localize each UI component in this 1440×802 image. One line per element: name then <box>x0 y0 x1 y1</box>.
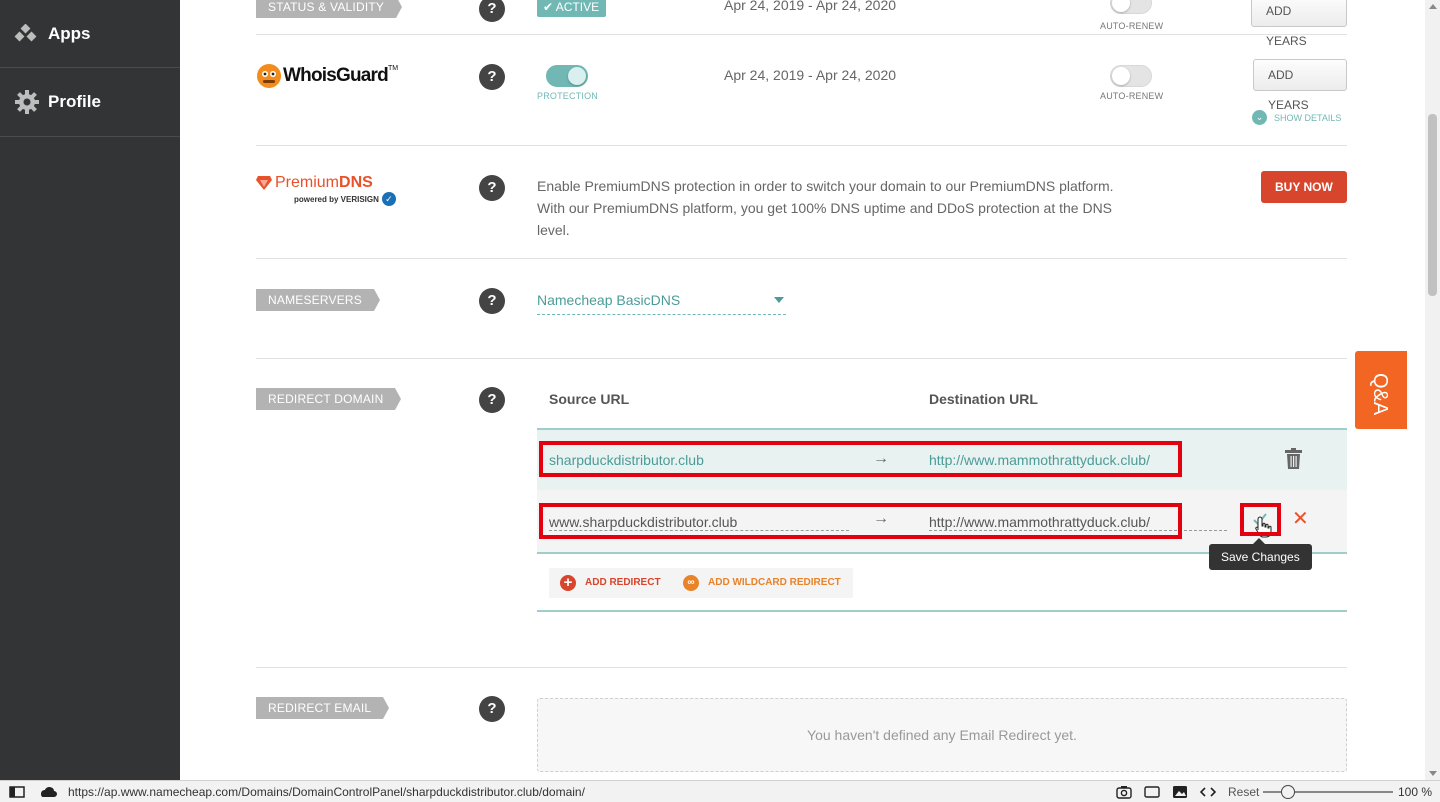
gear-icon <box>14 89 40 115</box>
premiumdns-description: Enable PremiumDNS protection in order to… <box>537 178 1114 238</box>
sidebar: Apps Profile <box>0 0 180 780</box>
zoom-reset-button[interactable]: Reset <box>1228 785 1259 799</box>
sidebar-toggle-icon[interactable] <box>9 785 25 799</box>
destination-url-header: Destination URL <box>929 391 1038 407</box>
apps-icon <box>14 21 40 47</box>
status-url: https://ap.www.namecheap.com/Domains/Dom… <box>68 785 585 799</box>
add-redirect-button[interactable]: + ADD REDIRECT <box>549 568 673 598</box>
add-years-button[interactable]: ADD YEARS <box>1253 59 1347 112</box>
infinity-icon: ∞ <box>683 575 699 591</box>
chevron-down-icon: ⌄ <box>1252 110 1267 125</box>
help-icon[interactable]: ? <box>479 288 505 314</box>
show-details-link[interactable]: ⌄ SHOW DETAILS <box>1252 110 1341 125</box>
auto-renew-label: AUTO-RENEW <box>1100 21 1164 31</box>
destination-url-field[interactable]: http://www.mammothrattyduck.club/ <box>929 452 1150 468</box>
protection-toggle[interactable] <box>546 65 588 87</box>
premiumdns-logo: Premium DNS powered by VERISIGN ✓ <box>256 174 396 206</box>
zoom-slider[interactable] <box>1263 785 1393 799</box>
scroll-down-icon[interactable] <box>1429 771 1437 776</box>
scrollbar[interactable] <box>1425 0 1440 780</box>
help-icon[interactable]: ? <box>479 387 505 413</box>
redirect-email-row: REDIRECT EMAIL ? You haven't defined any… <box>256 668 1347 780</box>
help-icon[interactable]: ? <box>479 0 505 22</box>
check-icon: ✔ <box>543 0 556 14</box>
help-icon[interactable]: ? <box>479 696 505 722</box>
cancel-icon[interactable]: ✕ <box>1292 506 1309 531</box>
arrow-right-icon: → <box>873 450 889 467</box>
status-validity-row: STATUS & VALIDITY ? ✔ ACTIVE Apr 24, 201… <box>256 0 1347 48</box>
trash-icon[interactable] <box>1285 448 1302 474</box>
checkmark-icon <box>1253 513 1267 526</box>
protection-label: PROTECTION <box>537 91 599 101</box>
active-badge: ✔ ACTIVE <box>537 0 607 17</box>
auto-renew-label: AUTO-RENEW <box>1100 91 1164 101</box>
zoom-level: 100 % <box>1397 785 1432 799</box>
help-icon[interactable]: ? <box>479 64 505 90</box>
save-changes-button[interactable] <box>1249 508 1271 530</box>
diamond-icon <box>256 176 272 190</box>
nameservers-tag: NAMESERVERS <box>256 289 381 311</box>
buy-now-button[interactable]: BUY NOW <box>1261 171 1347 203</box>
sidebar-item-label: Apps <box>48 23 91 43</box>
scrollbar-thumb[interactable] <box>1428 114 1437 296</box>
status-validity-tag: STATUS & VALIDITY <box>256 0 403 18</box>
auto-renew-toggle[interactable] <box>1110 0 1152 14</box>
add-wildcard-redirect-button[interactable]: ∞ ADD WILDCARD REDIRECT <box>672 568 853 598</box>
zoom-slider-handle[interactable] <box>1281 785 1295 799</box>
source-url-input[interactable]: www.sharpduckdistributor.club <box>549 514 849 531</box>
qa-tab[interactable]: Q&A <box>1355 351 1407 429</box>
whoisguard-dates: Apr 24, 2019 - Apr 24, 2020 <box>724 67 897 83</box>
nameservers-row: NAMESERVERS ? Namecheap BasicDNS <box>256 259 1347 359</box>
help-icon[interactable]: ? <box>479 175 505 201</box>
source-url-field[interactable]: sharpduckdistributor.club <box>549 452 704 468</box>
email-redirect-empty-state: You haven't defined any Email Redirect y… <box>537 698 1347 772</box>
arrow-right-icon: → <box>873 510 889 527</box>
premiumdns-row: Premium DNS powered by VERISIGN ✓ ? Enabl… <box>256 146 1347 259</box>
chevron-down-icon <box>774 297 784 303</box>
camera-icon[interactable] <box>1116 785 1132 799</box>
plus-icon: + <box>560 575 576 591</box>
verisign-icon: ✓ <box>381 192 396 206</box>
window-icon[interactable] <box>1144 785 1160 799</box>
code-icon[interactable] <box>1200 785 1216 799</box>
whoisguard-logo: WhoisGuard TM <box>256 63 398 89</box>
whoisguard-row: WhoisGuard TM ? PROTECTION Apr 24, 2019 … <box>256 35 1347 146</box>
sidebar-item-apps[interactable]: Apps <box>0 0 180 68</box>
save-changes-tooltip: Save Changes <box>1209 538 1312 570</box>
image-icon[interactable] <box>1172 785 1188 799</box>
divider <box>537 610 1347 612</box>
redirect-row: sharpduckdistributor.club → http://www.m… <box>537 428 1347 490</box>
validity-dates: Apr 24, 2019 - Apr 24, 2020 <box>724 0 897 13</box>
whoisguard-mascot-icon <box>257 64 281 88</box>
scroll-up-icon[interactable] <box>1429 4 1437 9</box>
sidebar-item-label: Profile <box>48 92 101 111</box>
redirect-email-tag: REDIRECT EMAIL <box>256 697 390 719</box>
sidebar-item-profile[interactable]: Profile <box>0 68 180 137</box>
redirect-domain-row: REDIRECT DOMAIN ? Source URL Destination… <box>256 359 1347 668</box>
status-bar: https://ap.www.namecheap.com/Domains/Dom… <box>0 780 1440 802</box>
source-url-header: Source URL <box>549 391 630 407</box>
auto-renew-toggle[interactable] <box>1110 65 1152 87</box>
destination-url-input[interactable]: http://www.mammothrattyduck.club/ <box>929 514 1227 531</box>
redirect-domain-tag: REDIRECT DOMAIN <box>256 388 402 410</box>
cloud-icon[interactable] <box>38 785 58 799</box>
main-content: STATUS & VALIDITY ? ✔ ACTIVE Apr 24, 201… <box>180 0 1425 780</box>
add-years-button[interactable]: ADD YEARS <box>1251 0 1347 48</box>
nameserver-dropdown[interactable]: Namecheap BasicDNS <box>537 289 786 315</box>
